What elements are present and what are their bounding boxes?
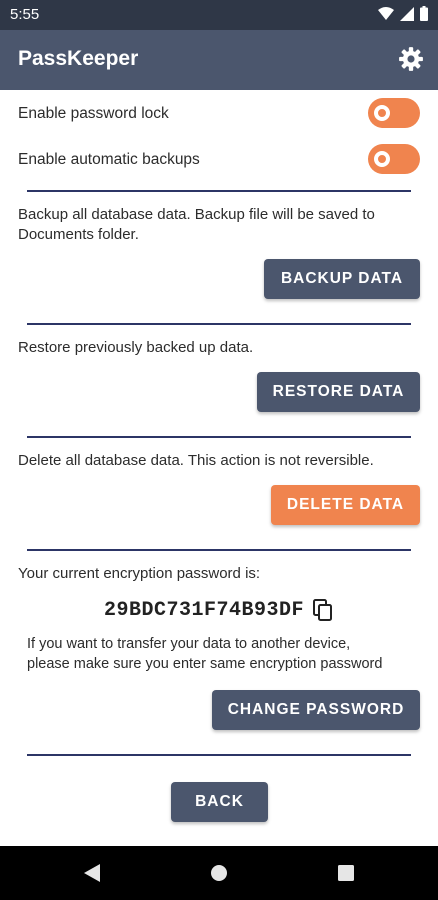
status-bar: 5:55 [0, 0, 438, 30]
restore-description: Restore previously backed up data. [18, 339, 254, 356]
nav-back-icon[interactable] [84, 864, 100, 882]
divider [27, 436, 411, 438]
delete-data-button[interactable]: DELETE DATA [271, 485, 420, 525]
encryption-note: If you want to transfer your data to ano… [27, 634, 382, 674]
back-button[interactable]: BACK [171, 782, 268, 822]
delete-description: Delete all database data. This action is… [18, 452, 374, 469]
password-lock-label: Enable password lock [18, 105, 169, 122]
backup-description-line1: Backup all database data. Backup file wi… [18, 206, 375, 223]
switch-knob [374, 151, 390, 167]
switch-knob [374, 105, 390, 121]
auto-backup-switch[interactable] [368, 144, 420, 174]
backup-description-line2: Documents folder. [18, 226, 139, 243]
restore-data-button[interactable]: RESTORE DATA [257, 372, 420, 412]
gear-icon[interactable] [398, 46, 424, 72]
status-time: 5:55 [10, 6, 40, 23]
change-password-button[interactable]: CHANGE PASSWORD [212, 690, 420, 730]
nav-home-icon[interactable] [211, 865, 227, 881]
encryption-password-row: 29BDC731F74B93DF [0, 596, 438, 624]
encryption-label: Your current encryption password is: [18, 565, 261, 582]
auto-backup-label: Enable automatic backups [18, 151, 200, 168]
encryption-password: 29BDC731F74B93DF [103, 598, 305, 622]
encryption-note-line1: If you want to transfer your data to ano… [27, 636, 351, 652]
backup-description: Backup all database data. Backup file wi… [18, 205, 375, 245]
navigation-bar [0, 846, 438, 900]
wifi-icon [378, 6, 394, 20]
divider [27, 754, 411, 756]
divider [27, 549, 411, 551]
nav-recents-icon[interactable] [338, 865, 354, 881]
password-lock-switch[interactable] [368, 98, 420, 128]
app-title: PassKeeper [18, 47, 139, 70]
app-bar: PassKeeper [0, 30, 438, 90]
divider [27, 323, 411, 325]
status-icons [378, 6, 428, 21]
copy-icon[interactable] [312, 598, 334, 622]
divider [27, 190, 411, 192]
battery-icon [420, 6, 428, 21]
backup-data-button[interactable]: BACKUP DATA [264, 259, 420, 299]
encryption-note-line2: please make sure you enter same encrypti… [27, 656, 383, 672]
signal-icon [400, 6, 414, 21]
